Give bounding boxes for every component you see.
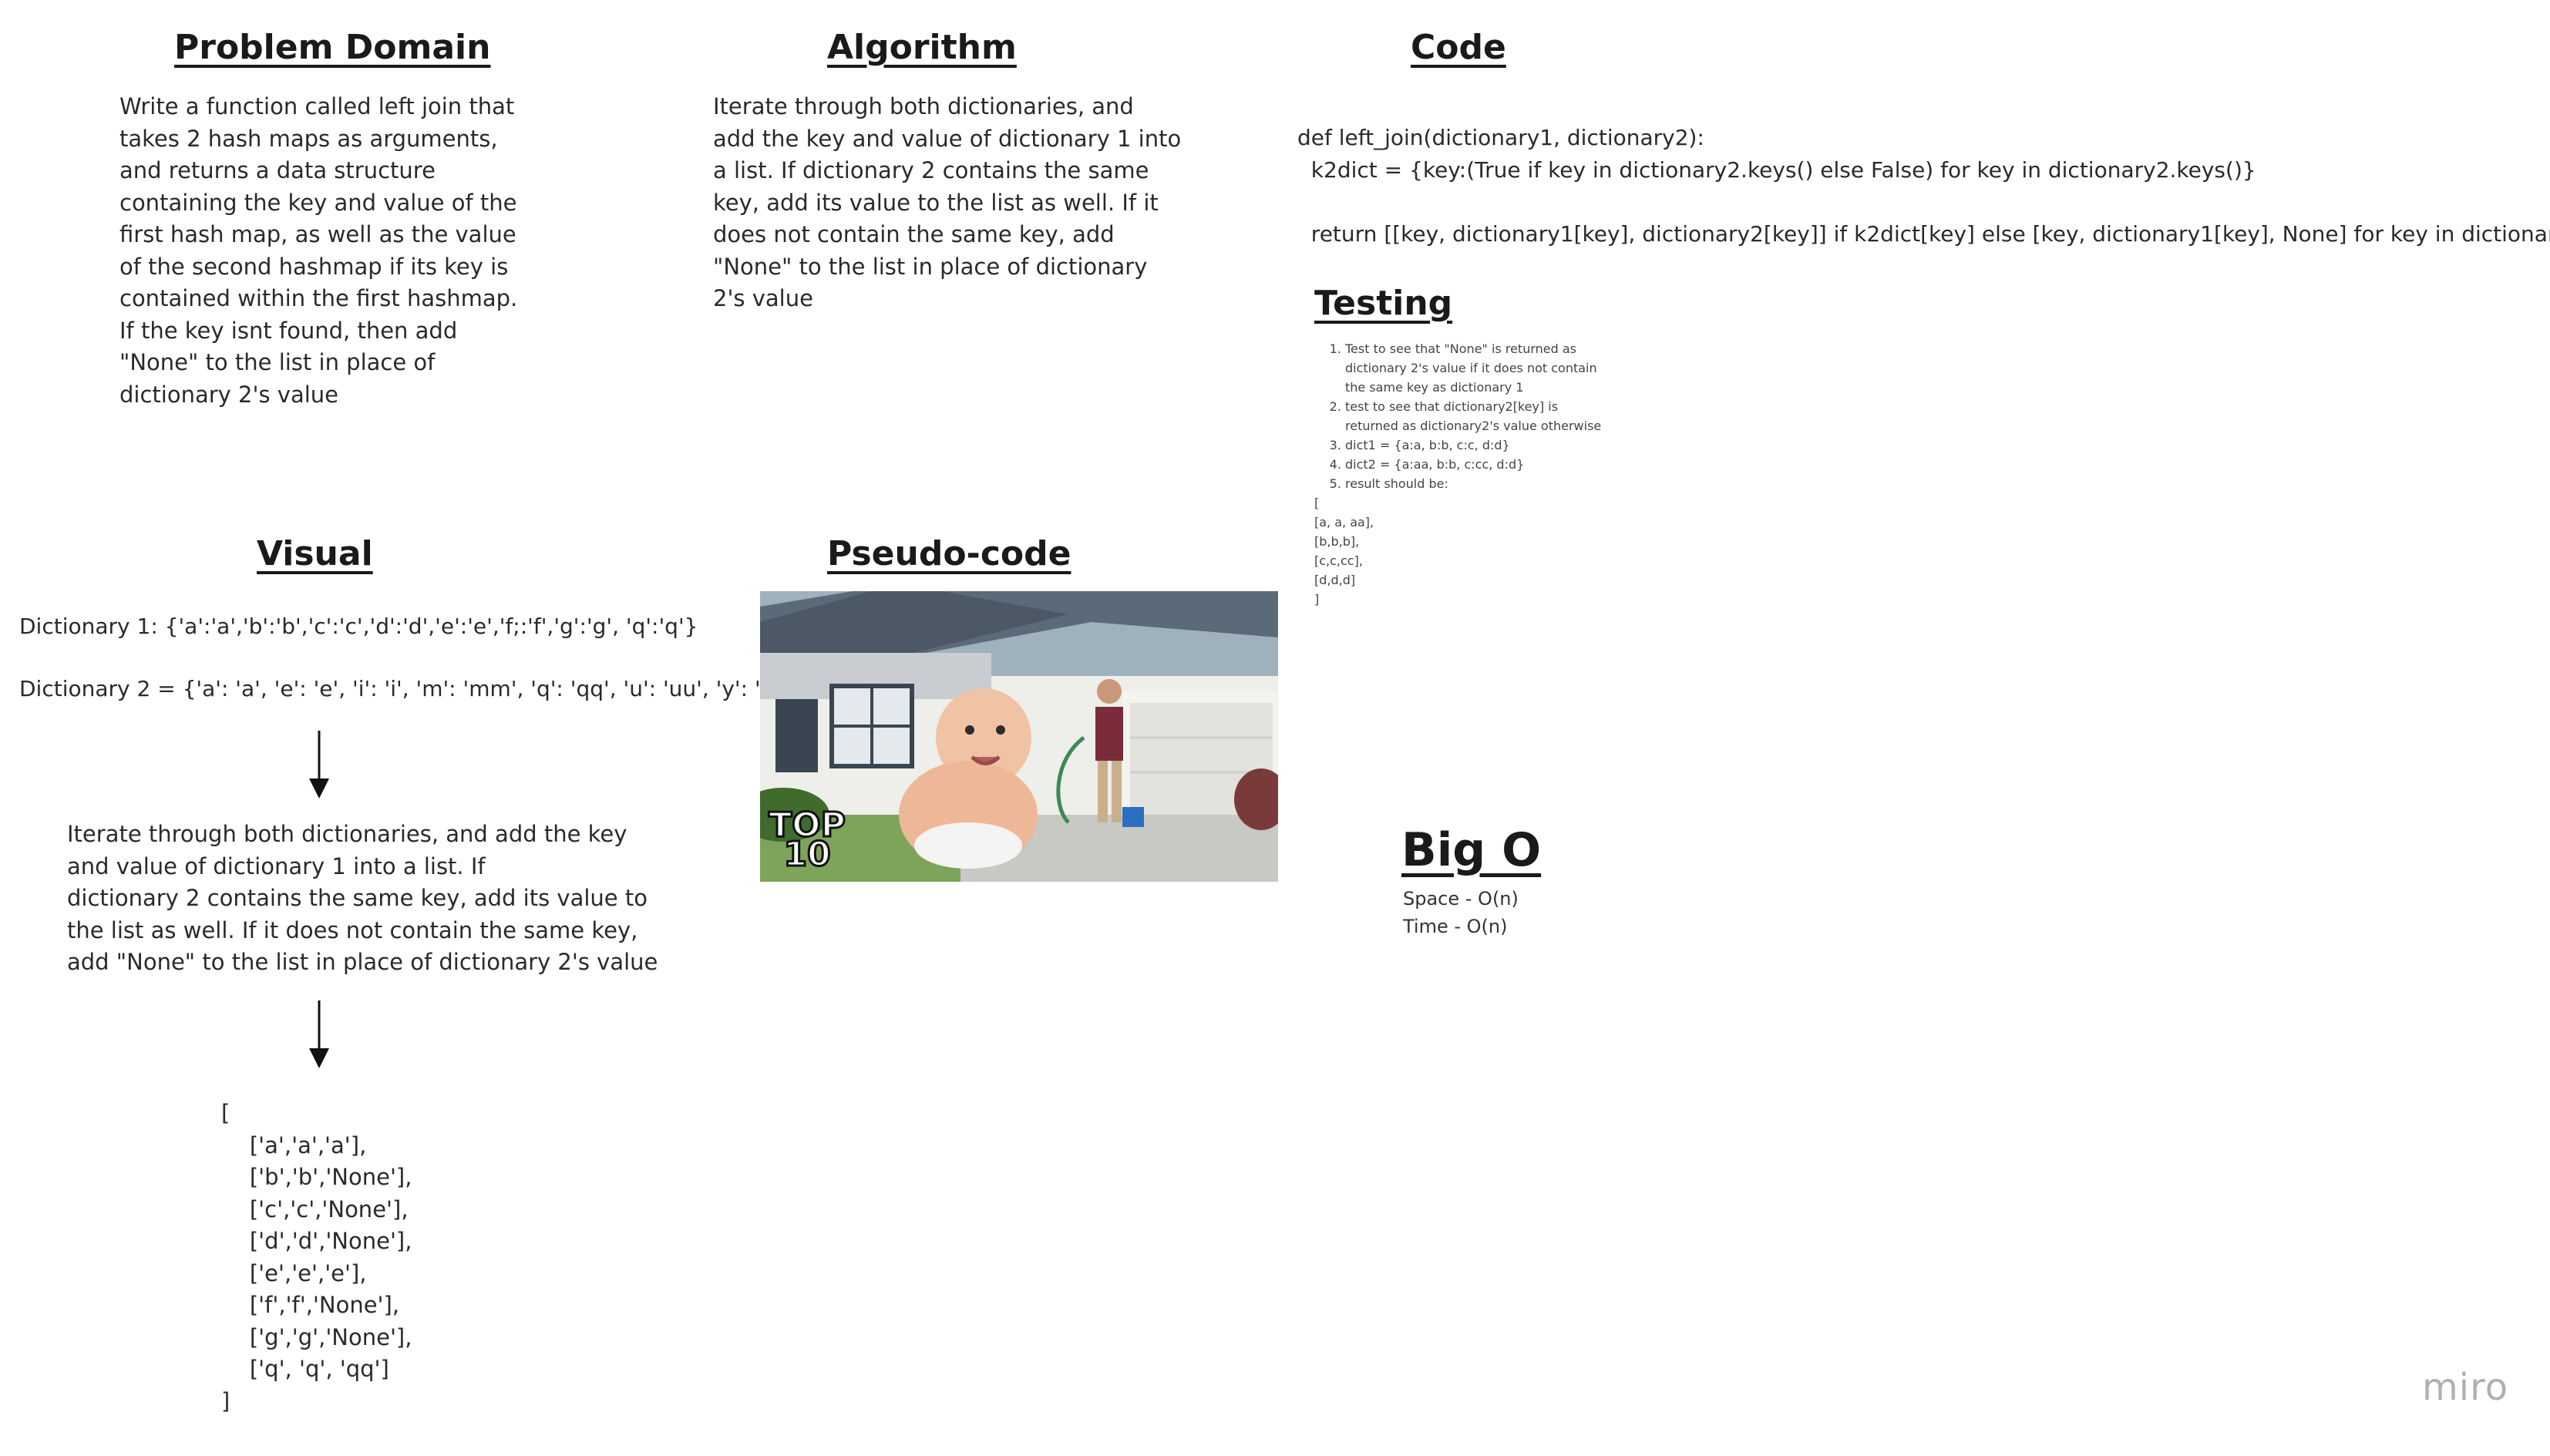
visual-explanation: Iterate through both dictionaries, and a… xyxy=(67,819,658,979)
result-line: [a, a, aa], xyxy=(1314,515,1374,530)
algorithm-heading: Algorithm xyxy=(827,28,1017,67)
down-arrow-icon xyxy=(309,1000,329,1068)
top10-badge: TOP 10 xyxy=(765,807,849,873)
test-item: result should be: xyxy=(1345,474,1607,493)
text-line: of the second hashmap if its key is xyxy=(119,253,509,280)
problem-domain-heading: Problem Domain xyxy=(174,28,491,67)
result-line: ['e','e','e'], xyxy=(221,1259,367,1286)
text-line: "None" to the list in place of dictionar… xyxy=(713,253,1148,280)
test-item: dict2 = {a:aa, b:b, c:cc, d:d} xyxy=(1345,455,1607,474)
text-line: first hash map, as well as the value xyxy=(119,221,516,247)
text-line: takes 2 hash maps as arguments, xyxy=(119,125,498,152)
big-o-time: Time - O(n) xyxy=(1403,916,1508,937)
text-line: If the key isnt found, then add xyxy=(119,317,458,344)
text-line: contained within the first hashmap. xyxy=(119,285,518,311)
text-line: dictionary 2's value xyxy=(119,381,338,408)
text-line: does not contain the same key, add xyxy=(713,221,1115,247)
result-line: [c,c,cc], xyxy=(1314,553,1363,568)
algorithm-text: Iterate through both dictionaries, and a… xyxy=(713,91,1206,315)
miro-watermark: miro xyxy=(2422,1366,2509,1409)
text-line: the list as well. If it does not contain… xyxy=(67,916,638,943)
text-line: key, add its value to the list as well. … xyxy=(713,189,1159,216)
visual-heading: Visual xyxy=(257,534,373,573)
visual-result: [ ['a','a','a'], ['b','b','None'], ['c',… xyxy=(221,1098,412,1417)
text-line: add "None" to the list in place of dicti… xyxy=(67,949,658,975)
result-line: ['d','d','None'], xyxy=(221,1228,412,1254)
test-item: dict1 = {a:a, b:b, c:c, d:d} xyxy=(1345,435,1607,455)
code-line: def left_join(dictionary1, dictionary2): xyxy=(1297,125,1704,150)
visual-dict1: Dictionary 1: {'a':'a','b':'b','c':'c','… xyxy=(19,614,698,639)
down-arrow-icon xyxy=(309,731,329,799)
visual-dict2: Dictionary 2 = {'a': 'a', 'e': 'e', 'i':… xyxy=(19,676,806,701)
result-line: ['b','b','None'], xyxy=(221,1164,412,1190)
pseudo-code-image: TOP 10 xyxy=(760,591,1278,882)
pseudo-code-heading: Pseudo-code xyxy=(827,534,1071,573)
text-line: containing the key and value of the xyxy=(119,189,517,216)
result-line: [d,d,d] xyxy=(1314,573,1356,587)
text-line: Iterate through both dictionaries, and xyxy=(713,93,1134,119)
code-heading: Code xyxy=(1411,28,1506,67)
test-item: Test to see that "None" is returned as d… xyxy=(1345,339,1607,397)
test-item: test to see that dictionary2[key] is ret… xyxy=(1345,397,1607,435)
result-line: ['c','c','None'], xyxy=(221,1195,409,1222)
text-line: dictionary 2 contains the same key, add … xyxy=(67,885,648,911)
result-line: [ xyxy=(1314,496,1320,510)
text-line: add the key and value of dictionary 1 in… xyxy=(713,125,1182,152)
result-line: ] xyxy=(1314,592,1320,607)
testing-heading: Testing xyxy=(1314,284,1453,323)
result-line: ['a','a','a'], xyxy=(221,1132,367,1158)
big-o-space: Space - O(n) xyxy=(1403,888,1519,910)
result-line: ['f','f','None'], xyxy=(221,1292,400,1318)
text-line: and returns a data structure xyxy=(119,157,436,183)
text-line: 2's value xyxy=(713,285,813,311)
text-line: and value of dictionary 1 into a list. I… xyxy=(67,852,486,879)
testing-list: Test to see that "None" is returned as d… xyxy=(1314,339,1607,609)
text-line: Iterate through both dictionaries, and a… xyxy=(67,821,627,847)
result-line: ['g','g','None'], xyxy=(221,1323,412,1350)
code-text: def left_join(dictionary1, dictionary2):… xyxy=(1297,122,2550,250)
testing-result: [ [a, a, aa], [b,b,b], [c,c,cc], [d,d,d]… xyxy=(1314,493,1607,609)
code-line: k2dict = {key:(True if key in dictionary… xyxy=(1297,156,2256,183)
code-line: return [[key, dictionary1[key], dictiona… xyxy=(1297,220,2550,247)
text-line: a list. If dictionary 2 contains the sam… xyxy=(713,157,1149,183)
result-line: ] xyxy=(221,1387,230,1414)
result-line: ['q', 'q', 'qq'] xyxy=(221,1356,389,1382)
result-line: [b,b,b], xyxy=(1314,534,1360,549)
big-o-heading: Big O xyxy=(1401,823,1542,877)
text-line: "None" to the list in place of xyxy=(119,349,436,375)
text-line: Write a function called left join that xyxy=(119,93,515,119)
result-line: [ xyxy=(221,1100,230,1126)
problem-domain-text: Write a function called left join that t… xyxy=(119,91,551,411)
